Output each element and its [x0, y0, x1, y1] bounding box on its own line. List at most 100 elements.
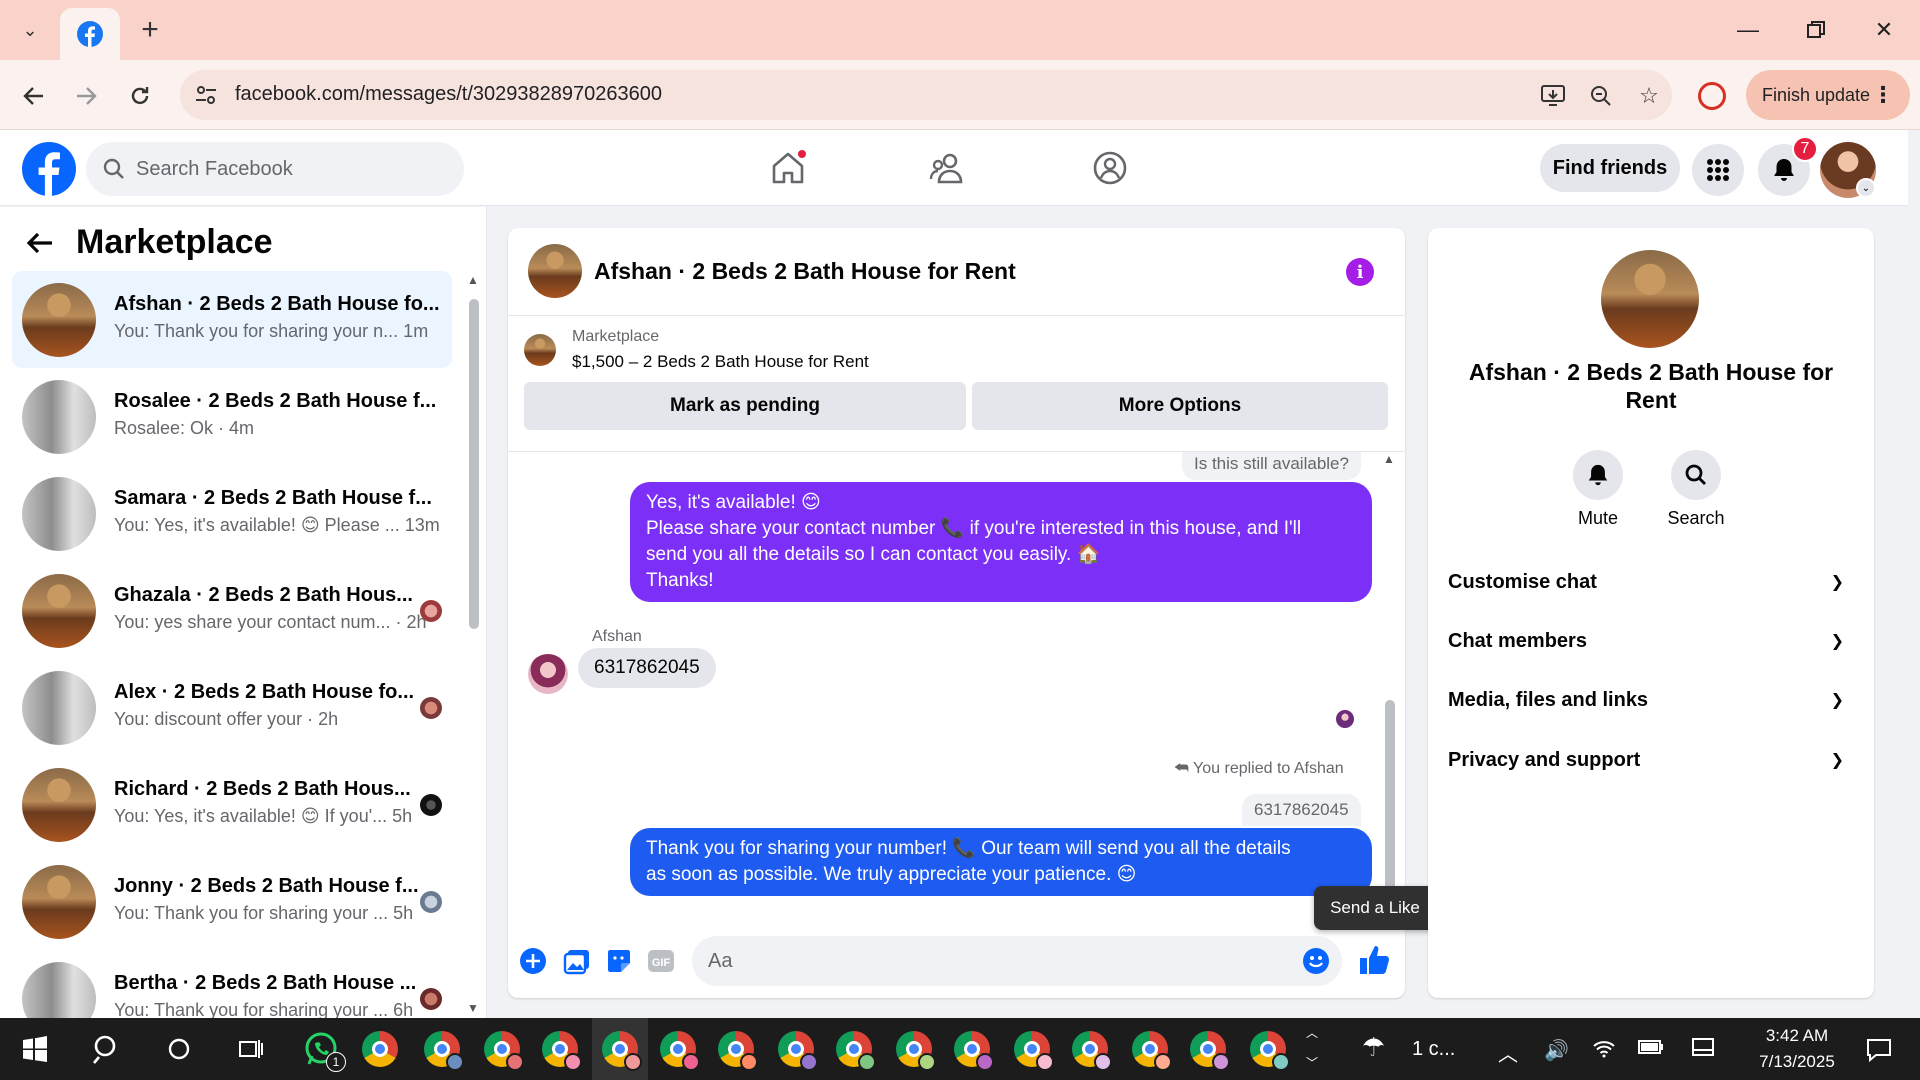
groups-icon[interactable] — [1090, 148, 1130, 188]
mute-button[interactable]: Mute — [1558, 450, 1638, 529]
scroll-down-arrow-icon[interactable]: ▼ — [467, 1001, 479, 1015]
taskbar-scroll-up-icon[interactable]: ︿ — [1306, 1024, 1318, 1041]
chrome-icon[interactable] — [362, 1031, 398, 1067]
chrome-profile-icon[interactable] — [602, 1031, 642, 1071]
quoted-message[interactable]: 6317862045 — [1242, 794, 1361, 826]
page-scrollbar[interactable] — [1908, 130, 1920, 1018]
volume-icon[interactable]: 🔊 — [1544, 1038, 1569, 1063]
incoming-message[interactable]: 6317862045 — [578, 648, 716, 688]
friends-icon[interactable] — [928, 148, 968, 188]
chrome-profile-icon[interactable] — [1190, 1031, 1230, 1071]
tray-chevron-up-icon[interactable]: ︿ — [1498, 1038, 1518, 1067]
bookmark-star-icon[interactable]: ☆ — [1636, 83, 1662, 109]
taskbar-scroll-down-icon[interactable]: ﹀ — [1306, 1054, 1318, 1071]
chrome-profile-icon[interactable] — [954, 1031, 994, 1071]
clock-time[interactable]: 3:42 AM — [1752, 1026, 1842, 1046]
chrome-profile-icon[interactable] — [424, 1031, 464, 1071]
browser-profile-icon[interactable] — [1698, 82, 1726, 110]
chrome-profile-icon[interactable] — [1014, 1031, 1054, 1071]
more-options-button[interactable]: More Options — [972, 382, 1388, 430]
message-input[interactable]: Aa — [692, 936, 1342, 986]
chat-info-thumbnail[interactable] — [1601, 250, 1699, 348]
message-input-placeholder[interactable]: Aa — [708, 950, 732, 973]
address-bar[interactable]: facebook.com/messages/t/3029382897026360… — [180, 70, 1672, 120]
outgoing-message[interactable]: Yes, it's available! 😊 Please share your… — [630, 482, 1372, 602]
sticker-icon[interactable] — [604, 946, 634, 976]
tab-facebook[interactable] — [60, 8, 120, 60]
cortana-icon[interactable] — [160, 1030, 198, 1068]
chat-scrollbar[interactable] — [1385, 700, 1395, 900]
chrome-profile-icon[interactable] — [896, 1031, 936, 1071]
weather-umbrella-icon[interactable]: ☂ — [1362, 1032, 1385, 1063]
restore-button[interactable] — [1786, 0, 1846, 60]
tab-search-dropdown[interactable]: ⌄ — [12, 12, 48, 48]
clock-date[interactable]: 7/13/2025 — [1742, 1052, 1852, 1072]
section-media-files-links[interactable]: Media, files and links ❯ — [1448, 672, 1854, 728]
chat-thumbnail[interactable] — [528, 244, 582, 298]
outgoing-message[interactable]: Thank you for sharing your number! 📞 Our… — [630, 828, 1372, 896]
chrome-profile-icon[interactable] — [1072, 1031, 1112, 1071]
conversation-item[interactable]: Alex · 2 Beds 2 Bath House fo... You: di… — [12, 659, 452, 756]
forward-button[interactable] — [66, 76, 106, 116]
chrome-profile-icon[interactable] — [1250, 1031, 1290, 1071]
section-customise-chat[interactable]: Customise chat ❯ — [1448, 554, 1854, 610]
chrome-profile-icon[interactable] — [1132, 1031, 1172, 1071]
battery-icon[interactable] — [1638, 1038, 1664, 1061]
gif-icon[interactable]: GIF — [646, 946, 676, 976]
minimize-button[interactable]: — — [1718, 0, 1778, 60]
back-button[interactable] — [14, 76, 54, 116]
search-conversation-button[interactable]: Search — [1656, 450, 1736, 529]
thumbs-up-icon[interactable] — [1354, 940, 1394, 980]
site-settings-icon[interactable] — [194, 83, 218, 107]
conversation-item[interactable]: Jonny · 2 Beds 2 Bath House f... You: Th… — [12, 853, 452, 950]
listing-price[interactable]: $1,500 – 2 Beds 2 Bath House for Rent — [572, 352, 869, 372]
notification-center-icon[interactable] — [1866, 1038, 1892, 1068]
section-privacy-support[interactable]: Privacy and support ❯ — [1448, 732, 1854, 788]
weather-text[interactable]: 1 c... — [1412, 1038, 1455, 1061]
conversation-item[interactable]: Richard · 2 Beds 2 Bath Hous... You: Yes… — [12, 756, 452, 853]
find-friends-button[interactable]: Find friends — [1540, 144, 1680, 192]
wifi-icon[interactable] — [1592, 1038, 1616, 1064]
search-icon[interactable] — [88, 1030, 126, 1068]
chrome-profile-icon[interactable] — [718, 1031, 758, 1071]
info-icon[interactable]: i — [1346, 258, 1374, 286]
windows-start-icon[interactable] — [16, 1030, 54, 1068]
install-app-icon[interactable] — [1540, 83, 1566, 109]
plus-icon[interactable] — [518, 946, 548, 976]
quoted-message[interactable]: Is this still available? — [1182, 452, 1361, 480]
conversation-item[interactable]: Bertha · 2 Beds 2 Bath House ... You: Th… — [12, 950, 452, 1018]
chrome-profile-icon[interactable] — [778, 1031, 818, 1071]
new-tab-button[interactable]: + — [132, 12, 168, 48]
task-view-icon[interactable] — [232, 1030, 270, 1068]
emoji-icon[interactable] — [1302, 947, 1330, 975]
menu-button[interactable] — [1692, 144, 1744, 196]
search-placeholder[interactable]: Search Facebook — [136, 158, 293, 181]
url-text[interactable]: facebook.com/messages/t/3029382897026360… — [235, 83, 662, 106]
account-chevron-down-icon[interactable]: ⌄ — [1856, 178, 1876, 198]
chrome-profile-icon[interactable] — [542, 1031, 582, 1071]
input-indicator-icon[interactable] — [1692, 1038, 1714, 1062]
conversation-item[interactable]: Rosalee · 2 Beds 2 Bath House f... Rosal… — [12, 368, 452, 465]
chrome-profile-icon[interactable] — [836, 1031, 876, 1071]
listing-thumbnail[interactable] — [524, 334, 556, 366]
section-chat-members[interactable]: Chat members ❯ — [1448, 613, 1854, 669]
scroll-up-arrow-icon[interactable]: ▲ — [467, 273, 479, 287]
chat-scroll-up-icon[interactable]: ▲ — [1383, 452, 1395, 466]
browser-menu-icon[interactable]: ⋮ — [1872, 82, 1894, 108]
conversation-item[interactable]: Ghazala · 2 Beds 2 Bath Hous... You: yes… — [12, 562, 452, 659]
photo-icon[interactable] — [562, 946, 592, 976]
conversation-list-scrollbar[interactable] — [469, 299, 479, 629]
chrome-profile-icon[interactable] — [484, 1031, 524, 1071]
chat-title[interactable]: Afshan · 2 Beds 2 Bath House for Rent — [594, 258, 1016, 285]
mark-pending-button[interactable]: Mark as pending — [524, 382, 966, 430]
conversation-item[interactable]: Afshan · 2 Beds 2 Bath House fo... You: … — [12, 271, 452, 368]
facebook-logo-icon[interactable] — [22, 142, 76, 196]
facebook-search-box[interactable]: Search Facebook — [86, 142, 464, 196]
chrome-profile-icon[interactable] — [660, 1031, 700, 1071]
finish-update-button[interactable]: Finish update ⋮ — [1746, 70, 1910, 120]
close-window-button[interactable]: ✕ — [1854, 0, 1914, 60]
back-arrow-icon[interactable] — [26, 229, 54, 263]
sender-avatar[interactable] — [528, 654, 568, 694]
conversation-item[interactable]: Samara · 2 Beds 2 Bath House f... You: Y… — [12, 465, 452, 562]
reload-button[interactable] — [120, 76, 160, 116]
